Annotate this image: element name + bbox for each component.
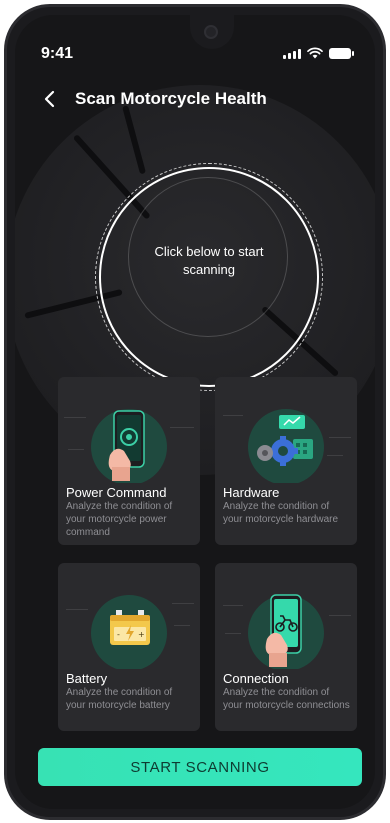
card-description: Analyze the condition of your motorcycle… [223, 687, 350, 711]
svg-text:-: - [117, 630, 120, 639]
status-icons [283, 47, 354, 59]
svg-text:+: + [138, 630, 145, 639]
back-arrow-icon[interactable] [41, 89, 59, 109]
header: Scan Motorcycle Health [41, 89, 267, 109]
card-connection[interactable]: Connection Analyze the condition of your… [215, 563, 357, 731]
page-title: Scan Motorcycle Health [75, 89, 267, 108]
card-hardware[interactable]: Hardware Analyze the condition of your m… [215, 377, 357, 545]
scanner-prompt: Click below to start scanning [154, 244, 264, 277]
card-battery[interactable]: - + Battery Analyze the condition of you… [58, 563, 200, 731]
card-title: Connection [223, 671, 289, 686]
phone-frame: 9:41 Scan Motorcycle Health Click below … [4, 4, 386, 820]
card-title: Power Command [66, 485, 167, 500]
card-description: Analyze the condition of your motorcycle… [66, 687, 173, 711]
app-screen: 9:41 Scan Motorcycle Health Click below … [15, 15, 375, 809]
signal-icon [283, 49, 301, 59]
start-scanning-button[interactable]: START SCANNING [38, 748, 362, 786]
card-description: Analyze the condition of your motorcycle… [66, 501, 173, 538]
card-title: Hardware [223, 485, 280, 500]
status-time: 9:41 [41, 45, 74, 62]
card-description: Analyze the condition of your motorcycle… [223, 501, 339, 525]
phone-power-icon [91, 409, 167, 483]
phone-motorcycle-icon [248, 594, 324, 669]
front-camera-icon [204, 25, 218, 39]
camera-notch [190, 15, 234, 49]
wifi-icon [307, 47, 323, 59]
battery-status-icon [329, 48, 354, 59]
battery-icon: - + [91, 595, 167, 669]
hardware-gears-icon [248, 409, 324, 483]
card-title: Battery [66, 671, 108, 686]
card-power-command[interactable]: Power Command Analyze the condition of y… [58, 377, 200, 545]
